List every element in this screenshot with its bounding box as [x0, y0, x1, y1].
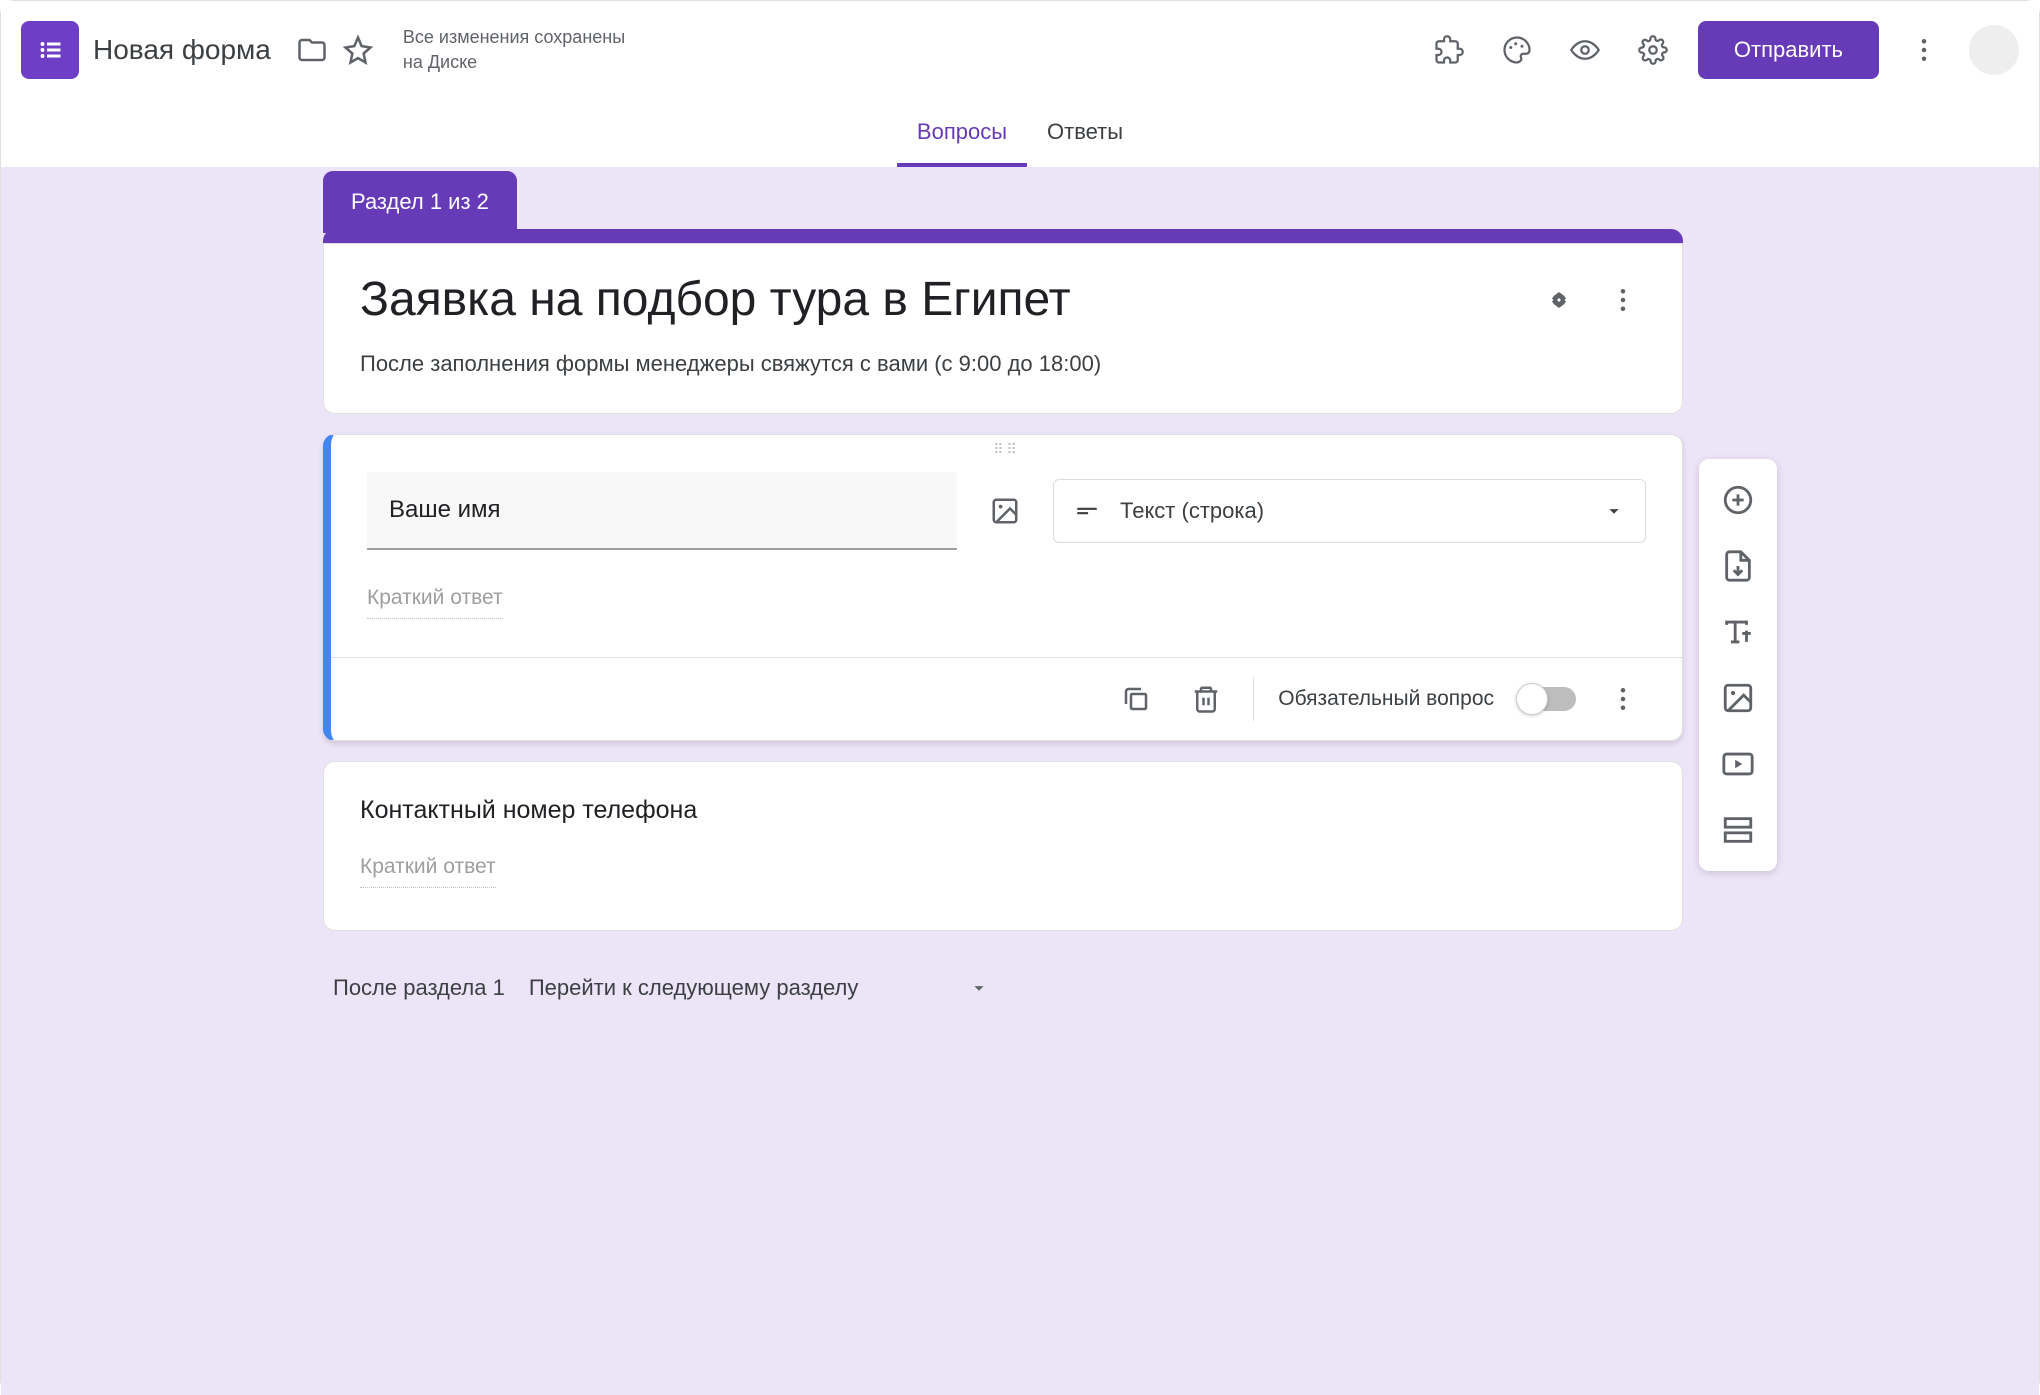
answer-placeholder: Краткий ответ: [367, 586, 503, 619]
add-video-icon[interactable]: [1707, 733, 1769, 795]
section-description[interactable]: После заполнения формы менеджеры свяжутс…: [360, 351, 1646, 377]
after-section-row: После раздела 1 Перейти к следующему раз…: [323, 951, 1683, 1025]
section-more-icon[interactable]: [1600, 277, 1646, 323]
question-2-title[interactable]: Контактный номер телефона: [360, 796, 1646, 825]
add-section-icon[interactable]: [1707, 799, 1769, 861]
delete-icon[interactable]: [1183, 676, 1229, 722]
drag-handle-icon[interactable]: ⠿⠿: [331, 435, 1682, 458]
dropdown-arrow-icon: [968, 977, 990, 999]
more-icon[interactable]: [1901, 27, 1947, 73]
after-section-action: Перейти к следующему разделу: [529, 975, 859, 1001]
section-badge: Раздел 1 из 2: [323, 171, 517, 233]
send-button[interactable]: Отправить: [1698, 21, 1879, 79]
tabs: Вопросы Ответы: [1, 99, 2039, 167]
short-text-icon: [1074, 498, 1100, 524]
after-section-dropdown[interactable]: Перейти к следующему разделу: [529, 975, 991, 1001]
settings-icon[interactable]: [1630, 27, 1676, 73]
side-toolbar: [1699, 459, 1777, 871]
add-title-icon[interactable]: [1707, 601, 1769, 663]
addons-icon[interactable]: [1426, 27, 1472, 73]
header: Новая форма Все изменения сохранены на Д…: [1, 1, 2039, 99]
duplicate-icon[interactable]: [1113, 676, 1159, 722]
forms-logo: [21, 21, 79, 79]
save-status: Все изменения сохранены на Диске: [403, 25, 625, 75]
content-wrap: Раздел 1 из 2 Заявка на подбор тура в Ег…: [323, 167, 1683, 1025]
preview-icon[interactable]: [1562, 27, 1608, 73]
import-questions-icon[interactable]: [1707, 535, 1769, 597]
question-title-input[interactable]: [367, 472, 957, 550]
add-question-icon[interactable]: [1707, 469, 1769, 531]
question-more-icon[interactable]: [1600, 676, 1646, 722]
form-canvas: Раздел 1 из 2 Заявка на подбор тура в Ег…: [1, 167, 2039, 1395]
star-icon[interactable]: [335, 27, 381, 73]
tab-responses[interactable]: Ответы: [1027, 99, 1143, 167]
save-status-text-1: Все изменения сохранены: [403, 25, 625, 50]
add-image-icon[interactable]: [1707, 667, 1769, 729]
question-type-dropdown[interactable]: Текст (строка): [1053, 479, 1646, 543]
question-card-1[interactable]: ⠿⠿ Текст (строка) Краткий ответ: [323, 434, 1683, 741]
folder-icon[interactable]: [289, 27, 335, 73]
save-status-text-2: на Диске: [403, 50, 625, 75]
header-actions: Отправить: [1426, 21, 2019, 79]
tab-questions[interactable]: Вопросы: [897, 99, 1027, 167]
section-stripe: [323, 229, 1683, 243]
add-image-icon[interactable]: [977, 483, 1033, 539]
section-title[interactable]: Заявка на подбор тура в Египет: [360, 272, 1518, 327]
answer-placeholder-2: Краткий ответ: [360, 855, 496, 888]
title-card[interactable]: Заявка на подбор тура в Египет После зап…: [323, 243, 1683, 414]
required-toggle[interactable]: [1518, 687, 1576, 711]
required-label: Обязательный вопрос: [1278, 687, 1494, 711]
question-footer: Обязательный вопрос: [331, 657, 1682, 740]
after-section-label: После раздела 1: [333, 975, 505, 1001]
form-title[interactable]: Новая форма: [93, 34, 271, 66]
dropdown-arrow-icon: [1603, 500, 1625, 522]
collapse-icon[interactable]: [1536, 277, 1582, 323]
account-avatar[interactable]: [1969, 25, 2019, 75]
palette-icon[interactable]: [1494, 27, 1540, 73]
separator: [1253, 677, 1254, 721]
question-card-2[interactable]: Контактный номер телефона Краткий ответ: [323, 761, 1683, 931]
question-type-label: Текст (строка): [1120, 498, 1583, 524]
